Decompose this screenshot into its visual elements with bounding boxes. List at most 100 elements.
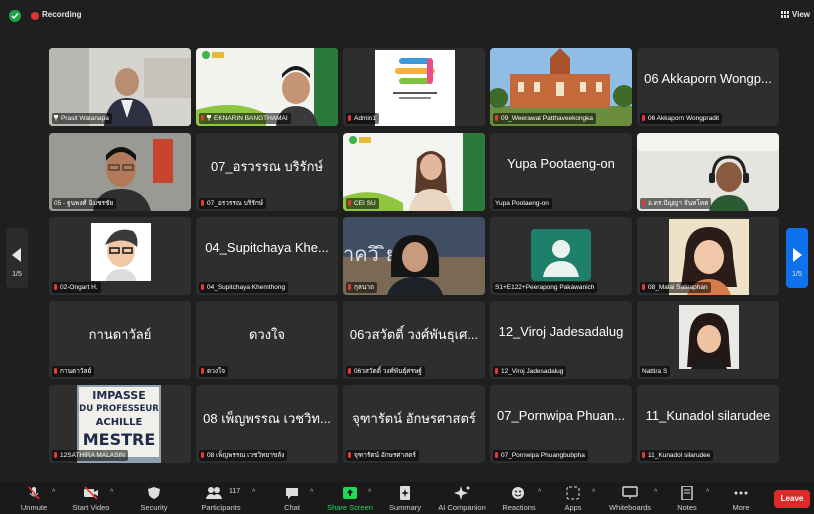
leave-button[interactable]: Leave	[774, 490, 810, 508]
next-page-button[interactable]: 1/5	[786, 228, 808, 288]
chevron-up-icon[interactable]: ^	[52, 489, 55, 496]
participants-button[interactable]: 117 Participants	[196, 482, 246, 514]
chat-button[interactable]: Chat	[274, 482, 310, 514]
muted-mic-icon	[348, 452, 351, 458]
ai-companion-button[interactable]: AI Companion	[434, 482, 490, 514]
muted-mic-icon	[348, 368, 351, 374]
participant-name: 12_Viroj Jadesadalug	[493, 366, 567, 377]
meeting-topbar: Recording View	[0, 0, 814, 32]
participant-name: 11_Kunadol silarudee	[640, 450, 714, 461]
start-video-button[interactable]: Start Video	[68, 482, 114, 514]
pin-icon	[54, 115, 58, 121]
participants-icon	[206, 487, 222, 499]
video-tile[interactable]: CEI SU	[343, 133, 485, 211]
share-screen-icon	[343, 487, 357, 499]
participant-name: 07_Pornwipa Phuangbubpha	[493, 450, 588, 461]
participant-name: Admin1	[346, 113, 380, 124]
video-tile[interactable]: Yupa Pootaeng-on Yupa Pootaeng-on	[490, 133, 632, 211]
chevron-up-icon[interactable]: ^	[592, 489, 595, 496]
notes-icon	[681, 486, 693, 500]
video-tile[interactable]: จุฑารัตน์ อักษรศาสตร์ จุฑารัตน์ อักษรศาส…	[343, 385, 485, 463]
participant-name: 04_Supitchaya Khemthong	[199, 282, 289, 293]
muted-mic-icon	[495, 115, 498, 121]
participant-name: 07_อรวรรณ บริรักษ์	[199, 198, 267, 209]
video-tile[interactable]: Nattira S	[637, 301, 779, 379]
chevron-up-icon[interactable]: ^	[310, 489, 313, 496]
whiteboards-button[interactable]: Whiteboards	[604, 482, 656, 514]
muted-mic-icon	[348, 115, 351, 121]
muted-mic-icon	[201, 368, 204, 374]
muted-mic-icon	[201, 452, 204, 458]
participant-name: 06วสวัตติ์ วงศ์พันธุ์ศรษฐ์	[346, 366, 425, 377]
sign-line-3: ACHILLE	[96, 417, 143, 428]
participant-name: 02-Ongart H.	[52, 282, 101, 293]
video-tile[interactable]: อ.ดร.ปัญญา จันทโคต	[637, 133, 779, 211]
page-indicator-left: 1/5	[12, 271, 22, 278]
video-tile[interactable]: IMPASSE DU PROFESSEUR ACHILLE MESTRE 12S…	[49, 385, 191, 463]
unmute-button[interactable]: Unmute	[14, 482, 54, 514]
video-tile[interactable]: 09_Weerawat Patthaveekongka	[490, 48, 632, 126]
video-tile[interactable]: 06วสวัตติ์ วงศ์พันธุเศ... 06วสวัตติ์ วงศ…	[343, 301, 485, 379]
muted-mic-icon	[642, 115, 645, 121]
video-tile[interactable]: 11_Kunadol silarudee 11_Kunadol silarude…	[637, 385, 779, 463]
participant-name: อ.ดร.ปัญญา จันทโคต	[640, 198, 712, 209]
summary-button[interactable]: Summary	[384, 482, 426, 514]
participant-display-name: 07_Pornwipa Phuan...	[497, 408, 625, 423]
video-tile[interactable]: 07_Pornwipa Phuan... 07_Pornwipa Phuangb…	[490, 385, 632, 463]
video-tile[interactable]: ดวงใจ ดวงใจ	[196, 301, 338, 379]
chevron-up-icon[interactable]: ^	[654, 489, 657, 496]
video-tile[interactable]: 12_Viroj Jadesadalug 12_Viroj Jadesadalu…	[490, 301, 632, 379]
participant-display-name: 04_Supitchaya Khe...	[205, 240, 329, 255]
participant-display-name: 06วสวัตติ์ วงศ์พันธุเศ...	[349, 327, 479, 342]
video-tile[interactable]: Prasit Watanapa	[49, 48, 191, 126]
participant-name: EKNARIN BANGTHAMAI	[199, 113, 291, 124]
more-button[interactable]: More	[724, 482, 758, 514]
apps-icon	[566, 486, 580, 500]
active-speaker-tile[interactable]: 05 - ฐนพงศ์ ฉิมชรชัย	[49, 133, 191, 211]
video-tile[interactable]: 08 เพ็ญพรรณ เวชวิท... 08 เพ็ญพรรณ เวชวิท…	[196, 385, 338, 463]
video-tile[interactable]: EKNARIN BANGTHAMAI	[196, 48, 338, 126]
muted-mic-icon	[348, 284, 351, 290]
chevron-up-icon[interactable]: ^	[706, 489, 709, 496]
chat-bubble-icon	[286, 488, 298, 499]
share-screen-button[interactable]: Share Screen	[324, 482, 376, 514]
video-tile[interactable]: S1+E122+Peerapong Pakawanich	[490, 217, 632, 295]
participant-name: กุลนาถ	[346, 282, 377, 293]
video-tile[interactable]: 06 Akkaporn Wongp... 06 Akkaporn Wongpra…	[637, 48, 779, 126]
participant-name: 05 - ฐนพงศ์ ฉิมชรชัย	[52, 198, 117, 209]
reactions-button[interactable]: Reactions	[498, 482, 540, 514]
participant-name: 06 Akkaporn Wongpradit	[640, 113, 723, 124]
participant-name: 09_Weerawat Patthaveekongka	[493, 113, 597, 124]
video-tile[interactable]: 04_Supitchaya Khe... 04_Supitchaya Khemt…	[196, 217, 338, 295]
participant-name: Nattira S	[640, 366, 671, 377]
video-tile[interactable]: กานดาวัลย์ กานดาวัลย์	[49, 301, 191, 379]
chevron-up-icon[interactable]: ^	[368, 489, 371, 496]
chevron-up-icon[interactable]: ^	[538, 489, 541, 496]
ellipsis-icon	[734, 491, 748, 495]
muted-mic-icon	[495, 452, 498, 458]
participant-name: 12SATHIRA MALASIN	[52, 450, 128, 461]
view-label: View	[791, 10, 810, 19]
security-button[interactable]: Security	[134, 482, 174, 514]
video-tile[interactable]: 08_Malai Satiraphan	[637, 217, 779, 295]
video-tile[interactable]: 07_อรวรรณ บริรักษ์ 07_อรวรรณ บริรักษ์	[196, 133, 338, 211]
muted-mic-icon	[642, 200, 645, 206]
previous-page-button[interactable]: 1/5	[6, 228, 28, 288]
participant-display-name: Yupa Pootaeng-on	[507, 156, 615, 171]
view-button[interactable]: View	[780, 10, 810, 19]
security-shield-icon[interactable]	[9, 10, 21, 22]
grid-view-icon	[780, 11, 789, 18]
participant-display-name: 11_Kunadol silarudee	[645, 408, 771, 423]
video-tile[interactable]: Admin1	[343, 48, 485, 126]
video-tile[interactable]: าควิ ิยา กุลนาถ	[343, 217, 485, 295]
apps-button[interactable]: Apps	[556, 482, 590, 514]
muted-mic-icon	[201, 115, 204, 121]
chevron-up-icon[interactable]: ^	[252, 489, 255, 496]
chevron-up-icon[interactable]: ^	[110, 489, 113, 496]
notes-button[interactable]: Notes	[670, 482, 704, 514]
video-tile[interactable]: 02-Ongart H.	[49, 217, 191, 295]
chevron-left-icon	[12, 248, 21, 262]
sign-line-1: IMPASSE	[92, 389, 145, 402]
muted-mic-icon	[54, 368, 57, 374]
participant-display-name: กานดาวัลย์	[88, 327, 152, 342]
